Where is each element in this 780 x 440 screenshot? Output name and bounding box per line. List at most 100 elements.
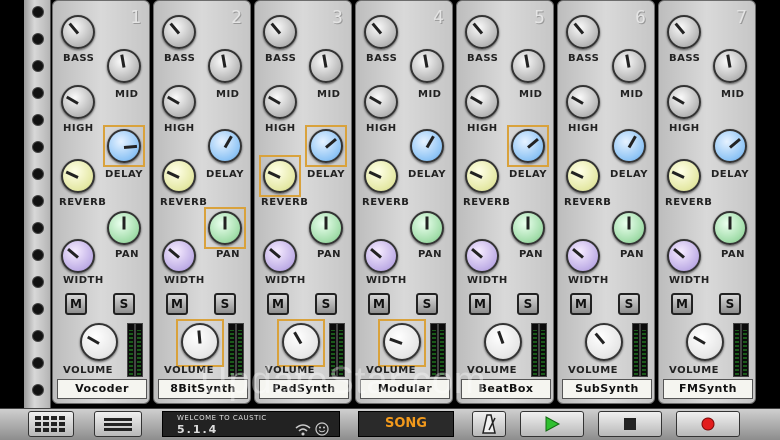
- mid-knob[interactable]: [713, 49, 747, 83]
- solo-button[interactable]: S: [315, 293, 337, 315]
- width-knob[interactable]: [364, 239, 398, 273]
- solo-button[interactable]: S: [416, 293, 438, 315]
- delay-knob[interactable]: [107, 129, 141, 163]
- reverb-knob[interactable]: [61, 159, 95, 193]
- volume-knob[interactable]: [181, 323, 219, 361]
- width-knob[interactable]: [263, 239, 297, 273]
- bass-label: BASS: [568, 53, 600, 64]
- knob-indicator: [221, 54, 227, 68]
- knob-indicator: [267, 170, 281, 179]
- mid-knob[interactable]: [612, 49, 646, 83]
- delay-knob[interactable]: [612, 129, 646, 163]
- reverb-knob[interactable]: [162, 159, 196, 193]
- mid-knob[interactable]: [410, 49, 444, 83]
- volume-knob[interactable]: [80, 323, 118, 361]
- mute-button[interactable]: M: [671, 293, 693, 315]
- solo-button[interactable]: S: [719, 293, 741, 315]
- high-knob[interactable]: [162, 85, 196, 119]
- knob-indicator: [166, 170, 180, 179]
- high-knob[interactable]: [61, 85, 95, 119]
- knob-indicator: [68, 22, 80, 35]
- channel-name[interactable]: SubSynth: [562, 379, 652, 399]
- width-knob[interactable]: [61, 239, 95, 273]
- reverb-knob[interactable]: [263, 159, 297, 193]
- mute-button[interactable]: M: [166, 293, 188, 315]
- metronome-button[interactable]: [472, 411, 506, 437]
- knob-indicator: [570, 95, 584, 105]
- high-knob[interactable]: [667, 85, 701, 119]
- pan-knob[interactable]: [107, 211, 141, 245]
- menu-button[interactable]: [94, 411, 142, 437]
- level-meter-fill: [541, 330, 545, 375]
- pan-knob[interactable]: [410, 211, 444, 245]
- bass-knob[interactable]: [566, 15, 600, 49]
- delay-label: DELAY: [711, 169, 750, 180]
- bass-knob[interactable]: [364, 15, 398, 49]
- delay-label: DELAY: [408, 169, 447, 180]
- knob-indicator: [389, 337, 403, 345]
- volume-knob[interactable]: [686, 323, 724, 361]
- rail-hole: [32, 87, 44, 99]
- reverb-knob[interactable]: [667, 159, 701, 193]
- record-button[interactable]: [676, 411, 740, 437]
- status-welcome: WELCOME TO CAUSTIC: [177, 414, 267, 422]
- pan-knob[interactable]: [309, 211, 343, 245]
- rail-hole: [32, 60, 44, 72]
- volume-knob[interactable]: [282, 323, 320, 361]
- pan-knob[interactable]: [713, 211, 747, 245]
- width-label: WIDTH: [366, 275, 407, 286]
- pan-knob[interactable]: [208, 211, 242, 245]
- level-meter: [127, 323, 135, 377]
- delay-knob[interactable]: [713, 129, 747, 163]
- delay-knob[interactable]: [208, 129, 242, 163]
- bass-knob[interactable]: [667, 15, 701, 49]
- bass-knob[interactable]: [465, 15, 499, 49]
- high-knob[interactable]: [364, 85, 398, 119]
- reverb-knob[interactable]: [364, 159, 398, 193]
- bass-knob[interactable]: [61, 15, 95, 49]
- solo-button[interactable]: S: [214, 293, 236, 315]
- width-knob[interactable]: [566, 239, 600, 273]
- solo-button[interactable]: S: [113, 293, 135, 315]
- mid-knob[interactable]: [309, 49, 343, 83]
- mid-label: MID: [620, 89, 644, 100]
- solo-button[interactable]: S: [517, 293, 539, 315]
- mute-button[interactable]: M: [267, 293, 289, 315]
- volume-knob[interactable]: [585, 323, 623, 361]
- pan-label: PAN: [418, 249, 443, 260]
- pan-knob[interactable]: [612, 211, 646, 245]
- high-knob[interactable]: [465, 85, 499, 119]
- pan-knob[interactable]: [511, 211, 545, 245]
- width-knob[interactable]: [667, 239, 701, 273]
- delay-knob[interactable]: [410, 129, 444, 163]
- channel-name[interactable]: FMSynth: [663, 379, 753, 399]
- stop-button[interactable]: [598, 411, 662, 437]
- bass-knob[interactable]: [162, 15, 196, 49]
- mute-button[interactable]: M: [65, 293, 87, 315]
- level-meter-fill: [642, 330, 646, 375]
- bass-knob[interactable]: [263, 15, 297, 49]
- mid-knob[interactable]: [511, 49, 545, 83]
- delay-knob[interactable]: [511, 129, 545, 163]
- reverb-knob[interactable]: [465, 159, 499, 193]
- delay-knob[interactable]: [309, 129, 343, 163]
- mute-button[interactable]: M: [469, 293, 491, 315]
- width-knob[interactable]: [465, 239, 499, 273]
- mute-button[interactable]: M: [570, 293, 592, 315]
- mute-button[interactable]: M: [368, 293, 390, 315]
- rail-hole: [32, 249, 44, 261]
- level-meter-fill: [533, 330, 537, 375]
- high-knob[interactable]: [263, 85, 297, 119]
- reverb-knob[interactable]: [566, 159, 600, 193]
- grid-button[interactable]: [28, 411, 74, 437]
- width-knob[interactable]: [162, 239, 196, 273]
- high-knob[interactable]: [566, 85, 600, 119]
- play-button[interactable]: [520, 411, 584, 437]
- mid-knob[interactable]: [107, 49, 141, 83]
- solo-button[interactable]: S: [618, 293, 640, 315]
- song-button[interactable]: SONG: [358, 411, 454, 437]
- channel-name[interactable]: Vocoder: [57, 379, 147, 399]
- mid-knob[interactable]: [208, 49, 242, 83]
- volume-knob[interactable]: [383, 323, 421, 361]
- volume-knob[interactable]: [484, 323, 522, 361]
